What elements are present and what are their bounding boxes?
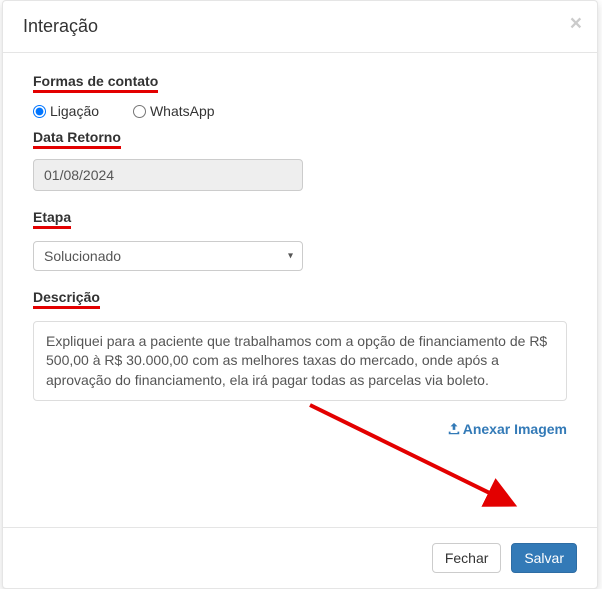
close-icon[interactable]: × bbox=[570, 13, 582, 34]
radio-whatsapp-input[interactable] bbox=[133, 105, 146, 118]
radio-ligacao-label: Ligação bbox=[50, 103, 99, 119]
anexar-imagem-link[interactable]: Anexar Imagem bbox=[33, 421, 567, 437]
data-retorno-input[interactable] bbox=[33, 159, 303, 191]
radio-whatsapp-label: WhatsApp bbox=[150, 103, 215, 119]
formas-contato-section: Formas de contato Ligação WhatsApp bbox=[33, 73, 567, 121]
formas-contato-label: Formas de contato bbox=[33, 73, 158, 93]
interaction-modal: Interação × Formas de contato Ligação Wh… bbox=[2, 0, 598, 589]
salvar-button[interactable]: Salvar bbox=[511, 543, 577, 573]
descricao-textarea[interactable]: Expliquei para a paciente que trabalhamo… bbox=[33, 321, 567, 402]
modal-title: Interação bbox=[23, 16, 98, 36]
descricao-section: Descrição Expliquei para a paciente que … bbox=[33, 289, 567, 402]
data-retorno-label: Data Retorno bbox=[33, 129, 121, 149]
etapa-section: Etapa Solucionado ▾ bbox=[33, 209, 567, 271]
radio-ligacao-input[interactable] bbox=[33, 105, 46, 118]
modal-body: Formas de contato Ligação WhatsApp Data … bbox=[3, 53, 597, 457]
etapa-label: Etapa bbox=[33, 209, 71, 229]
descricao-label: Descrição bbox=[33, 289, 100, 309]
anexar-imagem-label: Anexar Imagem bbox=[463, 421, 567, 437]
data-retorno-section: Data Retorno bbox=[33, 129, 567, 191]
upload-icon bbox=[447, 422, 461, 436]
fechar-button[interactable]: Fechar bbox=[432, 543, 502, 573]
etapa-select[interactable]: Solucionado bbox=[33, 241, 303, 271]
modal-footer: Fechar Salvar bbox=[3, 527, 597, 588]
radio-whatsapp[interactable]: WhatsApp bbox=[133, 103, 215, 119]
modal-header: Interação × bbox=[3, 1, 597, 53]
contato-radio-group: Ligação WhatsApp bbox=[33, 103, 567, 121]
radio-ligacao[interactable]: Ligação bbox=[33, 103, 99, 119]
